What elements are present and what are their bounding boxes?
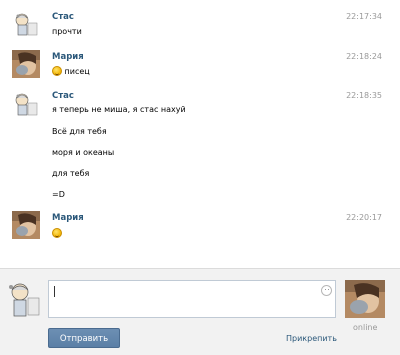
message: Стас 22:17:34 прочти	[0, 0, 400, 42]
smile-icon[interactable]	[321, 285, 332, 296]
contact-avatar[interactable]	[345, 280, 385, 318]
message-text-row	[52, 228, 62, 238]
message: Мария 22:20:17	[0, 206, 400, 250]
message: Стас 22:18:35 я теперь не миша, я стас н…	[0, 84, 400, 204]
message-text: =D	[52, 190, 65, 199]
smile-icon	[52, 66, 62, 76]
maria-avatar[interactable]	[12, 50, 40, 78]
message-author[interactable]: Стас	[52, 91, 74, 101]
message-time: 22:17:34	[346, 12, 382, 21]
message: Мария 22:18:24 писец	[0, 42, 400, 84]
message-text: писец	[64, 67, 90, 76]
message-text: прочти	[52, 27, 82, 36]
message-author[interactable]: Мария	[52, 213, 84, 223]
text-caret	[54, 286, 55, 297]
online-status: online	[353, 323, 378, 332]
message-text: Всё для тебя	[52, 127, 107, 136]
attach-link[interactable]: Прикрепить	[286, 334, 337, 343]
message-time: 22:20:17	[346, 213, 382, 222]
message-author[interactable]: Мария	[52, 52, 84, 62]
maria-avatar[interactable]	[12, 211, 40, 239]
message-time: 22:18:35	[346, 91, 382, 100]
message-history: Стас 22:17:34 прочти Мария 22:18:24 писе…	[0, 0, 400, 268]
send-button[interactable]: Отправить	[48, 328, 120, 348]
stas-avatar[interactable]	[12, 90, 40, 118]
message-time: 22:18:24	[346, 52, 382, 61]
stas-avatar[interactable]	[12, 10, 40, 38]
message-input[interactable]	[48, 280, 336, 318]
message-text: моря и океаны	[52, 148, 115, 157]
smile-icon	[52, 228, 62, 238]
self-avatar[interactable]	[4, 280, 42, 318]
message-text-row: писец	[52, 66, 90, 76]
message-author[interactable]: Стас	[52, 12, 74, 22]
message-text: для тебя	[52, 169, 90, 178]
message-text: я теперь не миша, я стас нахуй	[52, 105, 186, 114]
